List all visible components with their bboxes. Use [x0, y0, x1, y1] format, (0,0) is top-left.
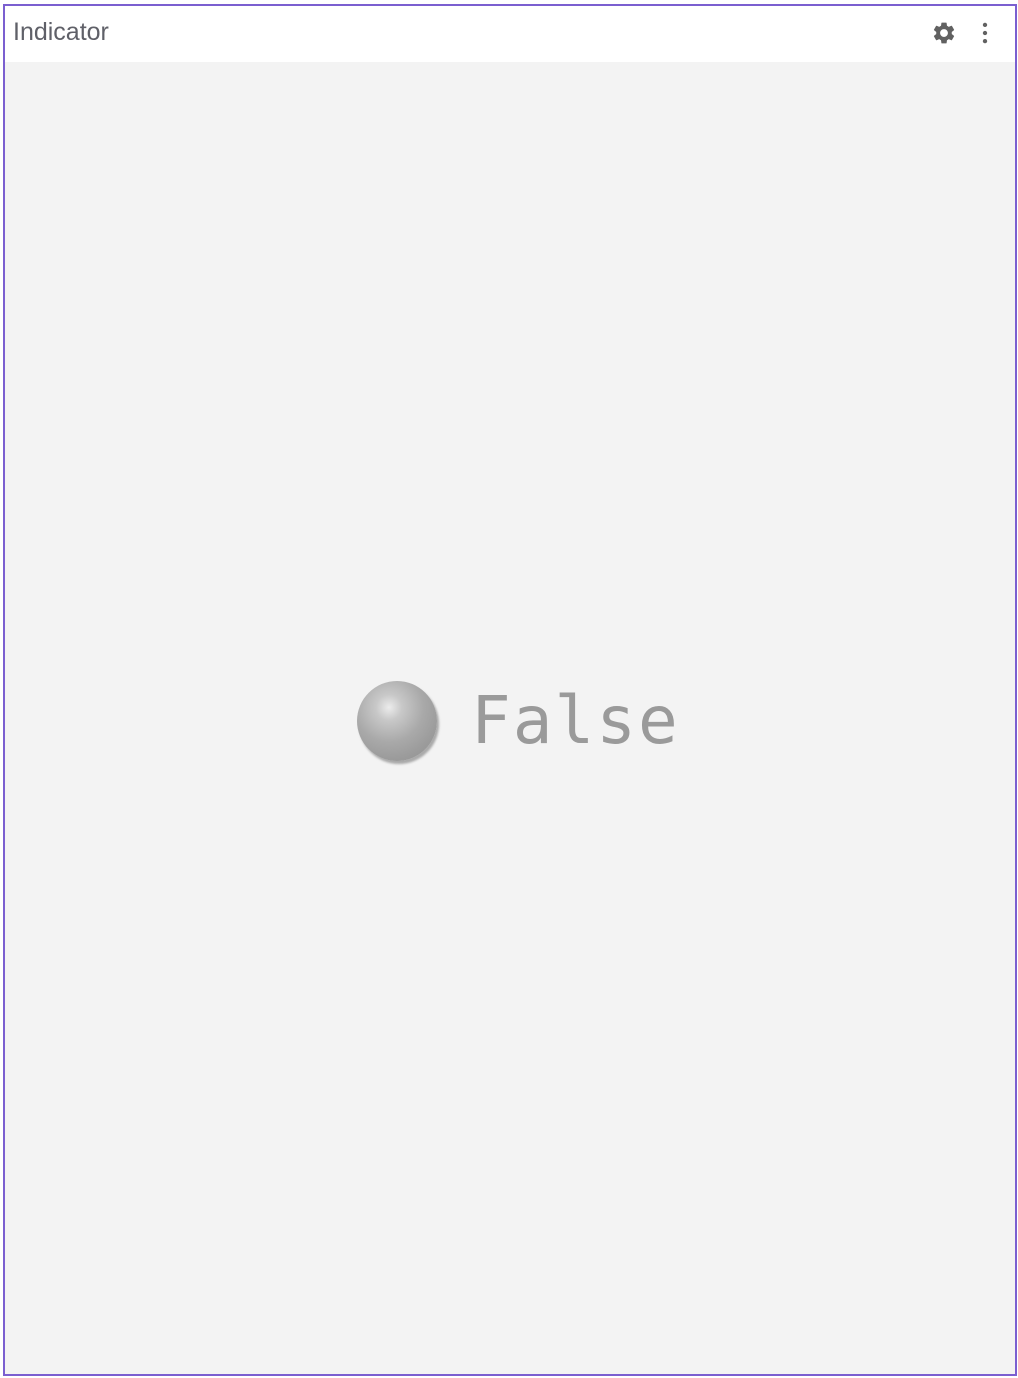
more-vertical-icon	[982, 22, 988, 44]
indicator-value: False	[471, 682, 680, 759]
panel-title: Indicator	[13, 18, 109, 46]
indicator-display: False	[357, 680, 680, 762]
indicator-panel: Indicator False	[3, 4, 1017, 1376]
status-led	[357, 681, 437, 761]
panel-header: Indicator	[5, 6, 1015, 62]
settings-button[interactable]	[930, 19, 958, 47]
gear-icon	[933, 22, 955, 44]
panel-content: False	[5, 62, 1015, 1374]
more-options-button[interactable]	[971, 19, 999, 47]
